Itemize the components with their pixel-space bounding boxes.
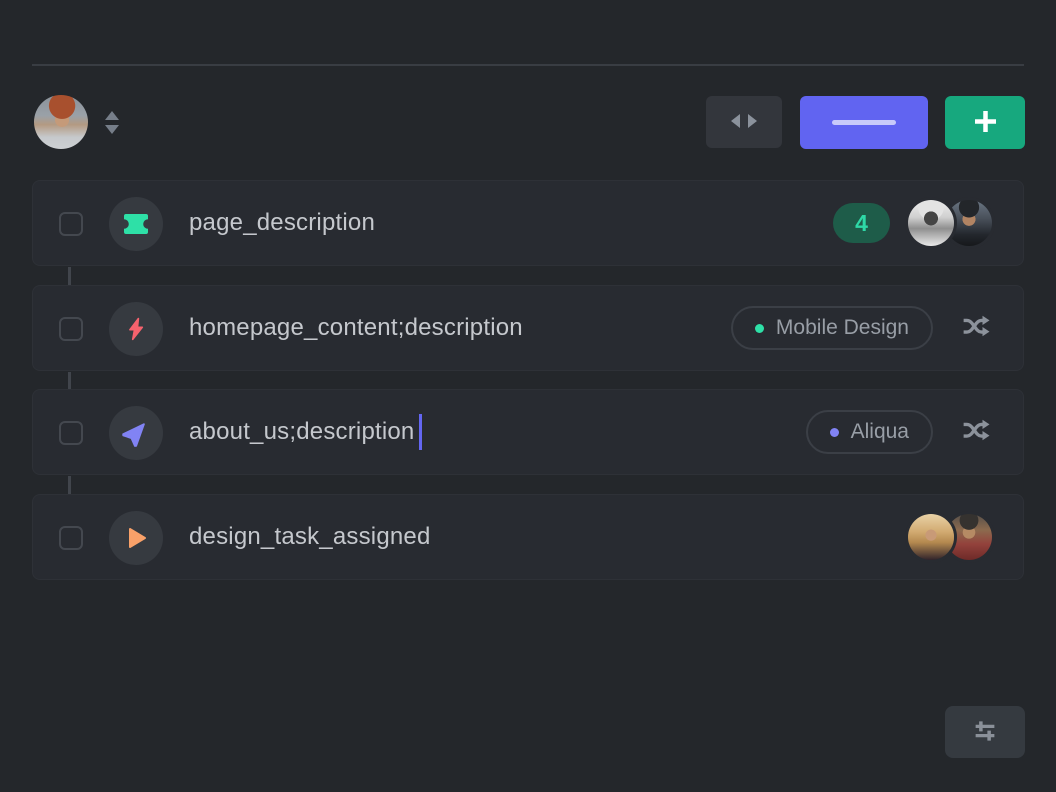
task-row-design-task-assigned[interactable]: design_task_assigned — [32, 494, 1024, 580]
app-background: { "colors": { "background": "#24272b", "… — [0, 0, 1056, 792]
connector-line — [68, 372, 71, 389]
connector-line — [68, 267, 71, 285]
assignee-avatars[interactable] — [908, 200, 992, 246]
play-icon — [109, 511, 163, 565]
tag-aliqua[interactable]: Aliqua — [806, 410, 933, 454]
sliders-icon — [970, 716, 1000, 749]
task-title: homepage_content;description — [189, 286, 523, 370]
lightning-icon — [109, 302, 163, 356]
avatar-blonde-woman[interactable] — [908, 514, 954, 560]
navigation-icon — [109, 406, 163, 460]
assignee-avatars[interactable] — [908, 514, 992, 560]
tag-label: Mobile Design — [776, 316, 909, 340]
task-title: design_task_assigned — [189, 495, 431, 579]
primary-button[interactable] — [800, 96, 928, 149]
text-cursor — [419, 414, 422, 450]
shuffle-icon[interactable] — [959, 415, 992, 450]
tag-dot — [830, 428, 839, 437]
row-checkbox[interactable] — [59, 317, 83, 341]
task-row-about-us[interactable]: about_us;description Aliqua — [32, 389, 1024, 475]
plus-icon — [972, 108, 999, 138]
avatar-skier[interactable] — [908, 200, 954, 246]
sort-chevrons-icon[interactable] — [101, 109, 123, 135]
tag-dot — [755, 324, 764, 333]
shuffle-icon[interactable] — [959, 311, 992, 346]
tag-mobile-design[interactable]: Mobile Design — [731, 306, 933, 350]
task-row-homepage-content[interactable]: homepage_content;description Mobile Desi… — [32, 285, 1024, 371]
row-checkbox[interactable] — [59, 212, 83, 236]
task-title: page_description — [189, 181, 375, 265]
user-avatar[interactable] — [34, 95, 88, 149]
tag-label: Aliqua — [851, 420, 909, 444]
header-divider — [32, 64, 1024, 66]
ticket-icon — [109, 197, 163, 251]
row-checkbox[interactable] — [59, 421, 83, 445]
row-checkbox[interactable] — [59, 526, 83, 550]
width-toggle-button[interactable] — [706, 96, 782, 148]
connector-line — [68, 476, 71, 494]
settings-button[interactable] — [945, 706, 1025, 758]
task-row-page-description[interactable]: page_description 4 — [32, 180, 1024, 266]
dash-icon — [832, 120, 896, 125]
task-title-input[interactable]: about_us;description — [189, 390, 422, 474]
horizontal-arrows-icon — [730, 113, 758, 132]
add-button[interactable] — [945, 96, 1025, 149]
count-badge: 4 — [833, 203, 890, 243]
